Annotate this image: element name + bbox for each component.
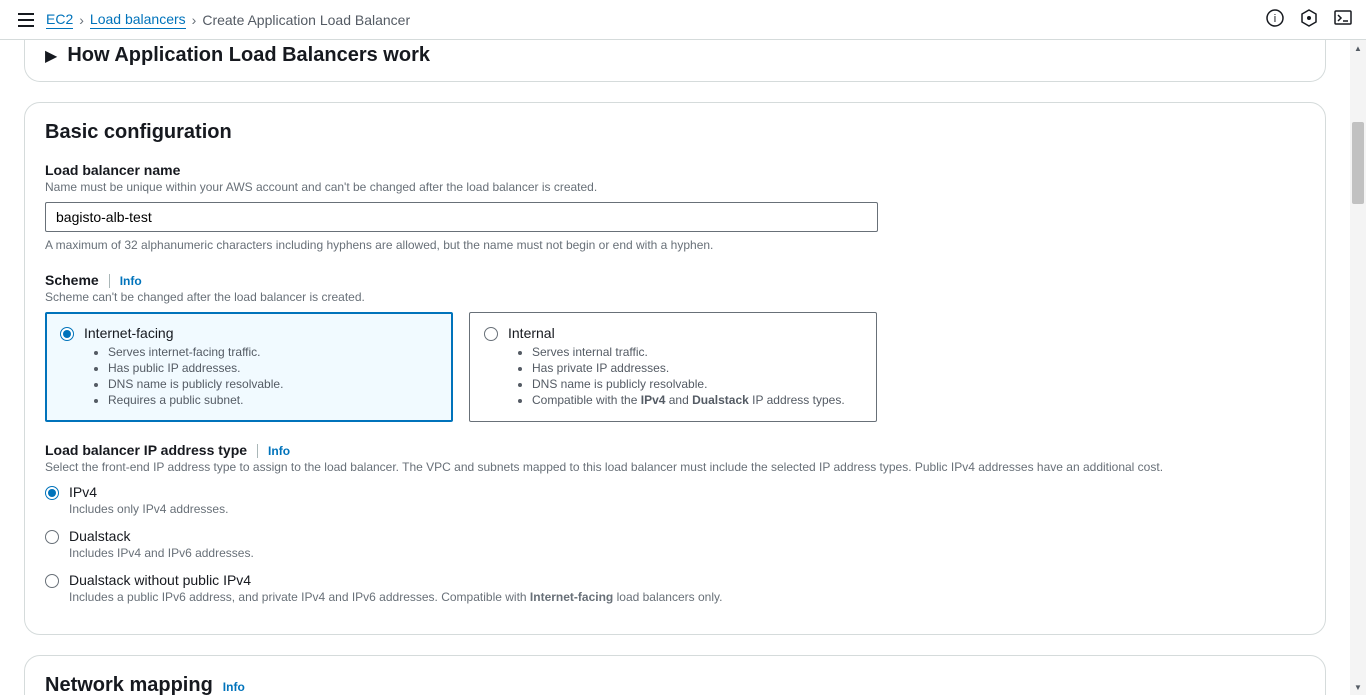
how-it-works-title: How Application Load Balancers work	[67, 44, 430, 67]
scheme-card-internet-facing[interactable]: Internet-facing Serves internet-facing tr…	[45, 312, 453, 422]
hamburger-menu-icon[interactable]	[14, 9, 38, 31]
list-item: Has private IP addresses.	[532, 361, 862, 375]
ip-option-label: Dualstack	[69, 528, 254, 544]
chevron-right-icon: ›	[79, 12, 84, 28]
ip-option-dualstack-without-public-ipv4[interactable]: Dualstack without public IPv4 Includes a …	[45, 572, 1305, 604]
caret-right-icon: ▶	[45, 46, 57, 66]
top-nav: EC2 › Load balancers › Create Applicatio…	[0, 0, 1366, 40]
basic-configuration-panel: Basic configuration Load balancer name N…	[24, 102, 1326, 635]
scheme-card-internal[interactable]: Internal Serves internal traffic. Has priv…	[469, 312, 877, 422]
ip-option-desc: Includes a public IPv6 address, and priv…	[69, 590, 722, 604]
main-content: ▶ How Application Load Balancers work Ba…	[0, 40, 1350, 695]
divider	[109, 274, 110, 288]
ip-type-field: Load balancer IP address type Info Selec…	[45, 442, 1305, 604]
load-balancer-name-field: Load balancer name Name must be unique w…	[45, 162, 1305, 252]
scheme-card-list: Serves internal traffic. Has private IP a…	[508, 345, 862, 407]
scheme-card-title: Internal	[508, 325, 862, 341]
scroll-thumb[interactable]	[1352, 122, 1364, 204]
help-icon[interactable]: i	[1266, 9, 1284, 30]
breadcrumb-current: Create Application Load Balancer	[202, 12, 410, 28]
how-it-works-panel[interactable]: ▶ How Application Load Balancers work	[24, 40, 1326, 82]
lb-name-input[interactable]	[45, 202, 878, 232]
scroll-up-icon[interactable]: ▲	[1350, 40, 1366, 56]
network-mapping-panel: Network mapping Info The load balancer r…	[24, 655, 1326, 695]
ip-option-desc: Includes only IPv4 addresses.	[69, 502, 228, 516]
lb-name-hint: Name must be unique within your AWS acco…	[45, 180, 1305, 194]
scheme-field: Scheme Info Scheme can't be changed afte…	[45, 272, 1305, 422]
scheme-label: Scheme	[45, 272, 99, 288]
list-item: DNS name is publicly resolvable.	[108, 377, 438, 391]
ip-option-ipv4[interactable]: IPv4 Includes only IPv4 addresses.	[45, 484, 1305, 516]
ip-option-label: IPv4	[69, 484, 228, 500]
basic-config-title: Basic configuration	[45, 121, 1305, 144]
ip-type-label: Load balancer IP address type	[45, 442, 247, 458]
ip-option-dualstack[interactable]: Dualstack Includes IPv4 and IPv6 addresse…	[45, 528, 1305, 560]
list-item: DNS name is publicly resolvable.	[532, 377, 862, 391]
scrollbar[interactable]: ▲ ▼	[1350, 40, 1366, 695]
ip-option-desc: Includes IPv4 and IPv6 addresses.	[69, 546, 254, 560]
ip-type-hint: Select the front-end IP address type to …	[45, 460, 1305, 474]
radio-icon	[45, 574, 59, 588]
settings-icon[interactable]	[1300, 9, 1318, 30]
network-info-link[interactable]: Info	[223, 680, 245, 694]
lb-name-constraint: A maximum of 32 alphanumeric characters …	[45, 238, 1305, 252]
breadcrumb-ec2[interactable]: EC2	[46, 11, 73, 29]
lb-name-label: Load balancer name	[45, 162, 180, 178]
cloudshell-icon[interactable]	[1334, 9, 1352, 30]
chevron-right-icon: ›	[192, 12, 197, 28]
scheme-card-list: Serves internet-facing traffic. Has publi…	[84, 345, 438, 407]
scheme-info-link[interactable]: Info	[120, 274, 142, 288]
nav-right: i	[1266, 9, 1352, 30]
scheme-cards: Internet-facing Serves internet-facing tr…	[45, 312, 1305, 422]
list-item: Serves internet-facing traffic.	[108, 345, 438, 359]
list-item: Serves internal traffic.	[532, 345, 862, 359]
svg-text:i: i	[1274, 13, 1276, 25]
scroll-down-icon[interactable]: ▼	[1350, 679, 1366, 695]
radio-icon	[45, 486, 59, 500]
radio-icon	[45, 530, 59, 544]
nav-left: EC2 › Load balancers › Create Applicatio…	[14, 9, 410, 31]
radio-icon	[60, 327, 74, 341]
ip-options: IPv4 Includes only IPv4 addresses. Dualsta…	[45, 484, 1305, 604]
scheme-card-title: Internet-facing	[84, 325, 438, 341]
breadcrumb-load-balancers[interactable]: Load balancers	[90, 11, 186, 29]
radio-icon	[484, 327, 498, 341]
breadcrumb: EC2 › Load balancers › Create Applicatio…	[46, 11, 410, 29]
network-mapping-title: Network mapping	[45, 674, 213, 695]
list-item: Compatible with the IPv4 and Dualstack I…	[532, 393, 862, 407]
list-item: Requires a public subnet.	[108, 393, 438, 407]
divider	[257, 444, 258, 458]
scheme-hint: Scheme can't be changed after the load b…	[45, 290, 1305, 304]
ip-type-info-link[interactable]: Info	[268, 444, 290, 458]
list-item: Has public IP addresses.	[108, 361, 438, 375]
ip-option-label: Dualstack without public IPv4	[69, 572, 722, 588]
